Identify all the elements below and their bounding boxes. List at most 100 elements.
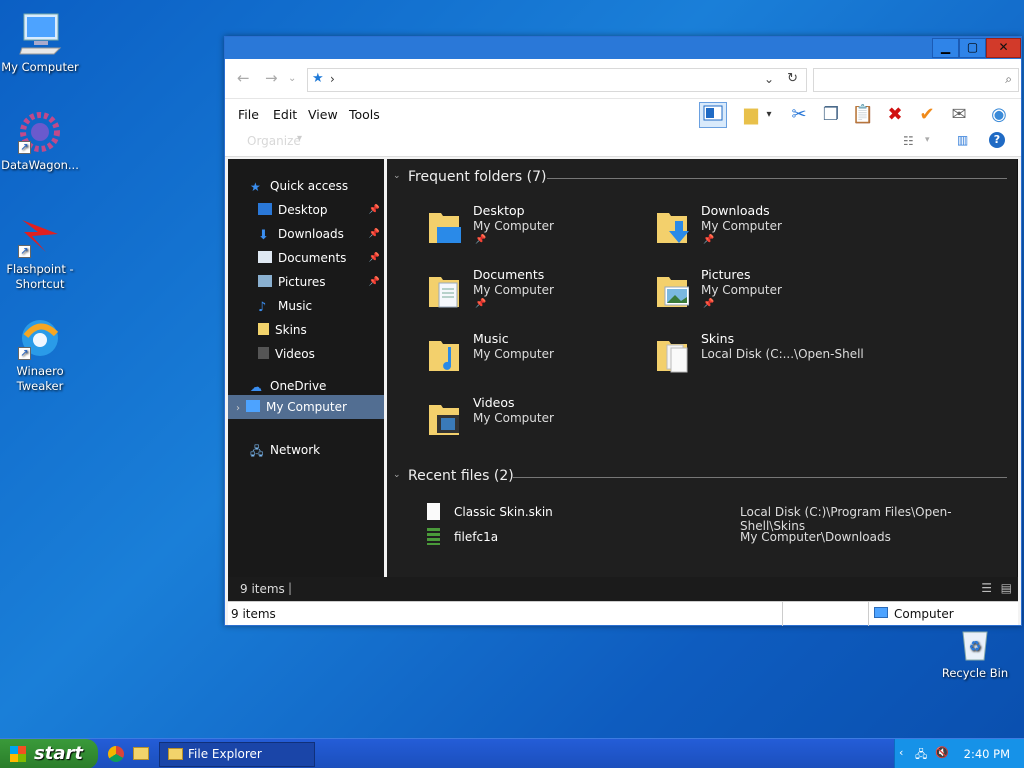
desktop-icon-label: Winaero Tweaker bbox=[16, 364, 64, 393]
status-location: Computer bbox=[894, 607, 954, 621]
menu-bar: File Edit View Tools ▆ ▾ ✂ ❐ 📋 ✖ ✔ ✉ ◉ bbox=[225, 99, 1021, 129]
folder-tile-music[interactable]: Music My Computer bbox=[427, 331, 647, 387]
collapse-chevron-icon[interactable]: ⌄ bbox=[393, 171, 401, 181]
nav-item-skins[interactable]: Skins bbox=[258, 319, 307, 341]
nav-item-music[interactable]: ♪ Music bbox=[258, 295, 312, 317]
nav-my-computer[interactable]: › My Computer bbox=[236, 396, 347, 418]
tiles-view-icon[interactable]: ▤ bbox=[1001, 581, 1012, 595]
title-bar[interactable]: ▁ ▢ ✕ bbox=[225, 37, 1021, 59]
preview-toggle-icon[interactable]: ▥ bbox=[957, 133, 968, 147]
nav-item-desktop[interactable]: Desktop 📌 bbox=[258, 199, 384, 221]
explorer-body: ★ Quick access Desktop 📌 ⬇ Downloads 📌 Docum… bbox=[228, 159, 1018, 577]
properties-check-icon[interactable]: ✔ bbox=[913, 102, 941, 128]
menu-edit[interactable]: Edit bbox=[273, 107, 297, 122]
help-icon[interactable]: ? bbox=[989, 132, 1005, 148]
maximize-button[interactable]: ▢ bbox=[959, 38, 986, 58]
folder-tile-skins[interactable]: Skins Local Disk (C:...\Open-Shell bbox=[655, 331, 875, 387]
desktop-icon-flashpoint[interactable]: ↗ Flashpoint - Shortcut bbox=[0, 212, 80, 292]
desktop-icon-my-computer[interactable]: My Computer bbox=[0, 10, 80, 75]
frequent-folders-header[interactable]: Frequent folders (7) bbox=[408, 169, 547, 185]
chevron-right-icon: › bbox=[236, 403, 240, 414]
nav-network[interactable]: 🖧 Network bbox=[250, 439, 320, 461]
refresh-icon[interactable]: ↻ bbox=[787, 71, 798, 86]
file-explorer-window: ▁ ▢ ✕ ← → ⌄ ★ › ⌄ ↻ ⌕ File Edit View Too… bbox=[224, 36, 1022, 626]
details-view-icon[interactable]: ☰ bbox=[981, 581, 992, 595]
nav-item-videos[interactable]: Videos bbox=[258, 343, 315, 365]
status-divider bbox=[782, 602, 783, 626]
nav-label: Quick access bbox=[270, 179, 349, 193]
menu-file[interactable]: File bbox=[238, 107, 259, 122]
cut-icon[interactable]: ✂ bbox=[785, 102, 813, 128]
network-tray-icon[interactable]: 🖧 bbox=[915, 746, 927, 765]
new-folder-dropdown-icon[interactable]: ▾ bbox=[761, 102, 777, 128]
search-input[interactable]: ⌕ bbox=[813, 68, 1019, 92]
menu-view[interactable]: View bbox=[308, 107, 338, 122]
search-icon: ⌕ bbox=[1005, 72, 1012, 86]
view-options-icon[interactable]: ☷ bbox=[903, 134, 914, 148]
inner-status-bar: 9 items | ☰ ▤ bbox=[228, 577, 1018, 601]
nav-quick-access[interactable]: ★ Quick access bbox=[250, 175, 348, 197]
copy-icon[interactable]: ❐ bbox=[817, 102, 845, 128]
preview-pane-icon[interactable] bbox=[699, 102, 727, 128]
pin-icon: 📌 bbox=[475, 299, 487, 309]
minimize-button[interactable]: ▁ bbox=[932, 38, 959, 58]
pin-icon: 📌 bbox=[703, 299, 715, 309]
file-name: filefc1a bbox=[454, 530, 499, 544]
computer-small-icon bbox=[874, 607, 888, 618]
desktop-folder-icon bbox=[429, 213, 461, 243]
recent-file-row[interactable]: Classic Skin.skin Local Disk (C:)\Progra… bbox=[417, 503, 1007, 533]
recent-files-header[interactable]: Recent files (2) bbox=[408, 468, 514, 484]
nav-onedrive[interactable]: ☁ OneDrive bbox=[250, 375, 326, 397]
folder-tile-downloads[interactable]: Downloads My Computer 📌 bbox=[655, 203, 875, 259]
address-breadcrumb-separator: › bbox=[330, 72, 335, 86]
folder-name: Skins bbox=[701, 331, 735, 346]
recent-dropdown-icon[interactable]: ⌄ bbox=[288, 73, 296, 84]
windows-logo-icon bbox=[10, 746, 26, 762]
nav-item-downloads[interactable]: ⬇ Downloads 📌 bbox=[258, 223, 384, 245]
group-divider bbox=[513, 477, 1007, 478]
folder-location: My Computer bbox=[473, 219, 554, 233]
volume-muted-icon[interactable]: 🔇 bbox=[935, 746, 949, 759]
nav-item-pictures[interactable]: Pictures 📌 bbox=[258, 271, 384, 293]
forward-arrow-icon[interactable]: → bbox=[265, 69, 278, 87]
clock[interactable]: 2:40 PM bbox=[964, 747, 1010, 761]
desktop-icon-recycle-bin[interactable]: ♻ Recycle Bin bbox=[935, 624, 1015, 681]
folder-name: Documents bbox=[473, 267, 545, 282]
collapse-chevron-icon[interactable]: ⌄ bbox=[393, 470, 401, 480]
tray-expand-icon[interactable]: ‹ bbox=[899, 746, 903, 759]
address-dropdown-icon[interactable]: ⌄ bbox=[764, 72, 774, 86]
taskbar: start File Explorer ‹ 🖧 🔇 2:40 PM bbox=[0, 738, 1024, 768]
music-folder-icon bbox=[429, 341, 459, 371]
organize-button[interactable]: Organize bbox=[247, 134, 301, 148]
folder-location: My Computer bbox=[701, 219, 782, 233]
paste-icon[interactable]: 📋 bbox=[849, 102, 877, 128]
file-explorer-quicklaunch-icon[interactable] bbox=[133, 747, 149, 760]
address-input[interactable]: ★ › ⌄ ↻ bbox=[307, 68, 807, 92]
folder-name: Music bbox=[473, 331, 509, 346]
folder-location: Local Disk (C:...\Open-Shell bbox=[701, 347, 864, 361]
organize-dropdown-icon[interactable]: ▾ bbox=[297, 133, 302, 144]
desktop-icon-datawagon[interactable]: ↗ DataWagon... bbox=[0, 108, 80, 173]
back-arrow-icon[interactable]: ← bbox=[237, 69, 250, 87]
chrome-icon[interactable] bbox=[108, 746, 124, 762]
nav-label: Music bbox=[278, 299, 313, 313]
pin-icon: 📌 bbox=[368, 253, 380, 263]
view-options-dropdown-icon[interactable]: ▾ bbox=[925, 135, 930, 145]
folder-tile-videos[interactable]: Videos My Computer bbox=[427, 395, 647, 451]
shell-globe-icon[interactable]: ◉ bbox=[985, 102, 1013, 128]
folder-tile-documents[interactable]: Documents My Computer 📌 bbox=[427, 267, 647, 323]
email-icon[interactable]: ✉ bbox=[945, 102, 973, 128]
desktop-icon-label: DataWagon... bbox=[1, 158, 79, 172]
nav-item-documents[interactable]: Documents 📌 bbox=[258, 247, 384, 269]
start-button[interactable]: start bbox=[0, 739, 98, 768]
folder-tile-desktop[interactable]: Desktop My Computer 📌 bbox=[427, 203, 647, 259]
downloads-folder-icon bbox=[657, 213, 689, 243]
delete-icon[interactable]: ✖ bbox=[881, 102, 909, 128]
desktop-icon-winaero-tweaker[interactable]: ↗ Winaero Tweaker bbox=[0, 314, 80, 394]
videos-folder-icon bbox=[429, 405, 459, 435]
folder-tile-pictures[interactable]: Pictures My Computer 📌 bbox=[655, 267, 875, 323]
taskbar-item-file-explorer[interactable]: File Explorer bbox=[159, 742, 315, 767]
close-button[interactable]: ✕ bbox=[986, 38, 1021, 58]
menu-tools[interactable]: Tools bbox=[349, 107, 380, 122]
recent-file-row[interactable]: filefc1a My Computer\Downloads bbox=[417, 528, 1007, 550]
